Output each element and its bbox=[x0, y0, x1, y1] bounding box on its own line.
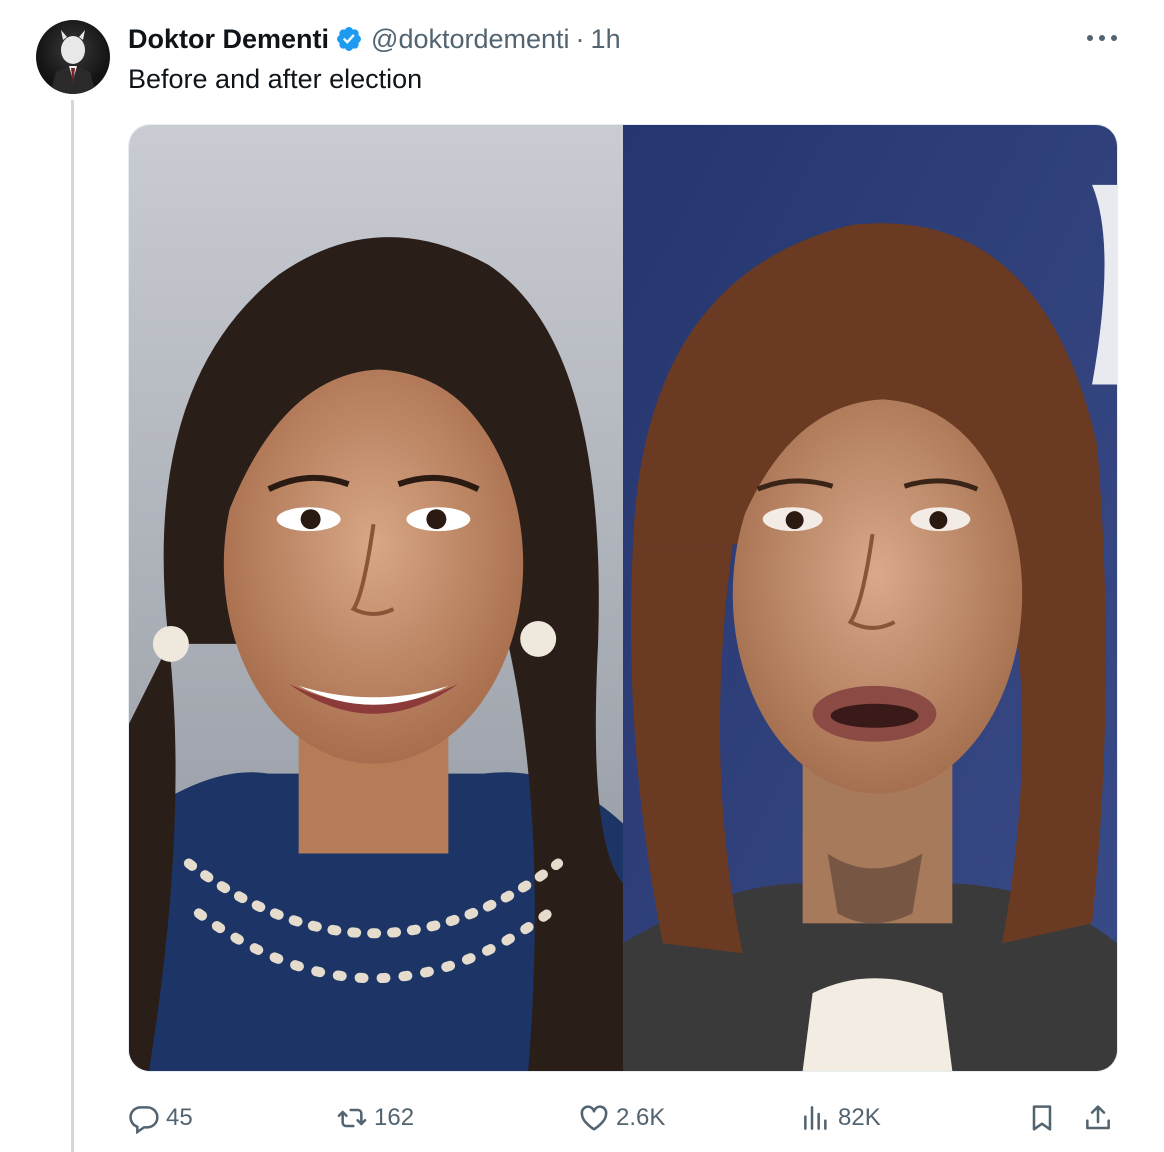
author-handle[interactable]: @doktordementi bbox=[371, 24, 570, 55]
reply-icon bbox=[128, 1102, 160, 1134]
media-photo-left[interactable] bbox=[129, 125, 623, 1071]
avatar[interactable] bbox=[36, 20, 110, 94]
bookmark-button[interactable] bbox=[1026, 1094, 1058, 1142]
like-button[interactable]: 2.6K bbox=[578, 1094, 665, 1142]
tweet-header: Doktor Dementi @doktordementi · 1h bbox=[128, 22, 621, 56]
reply-count: 45 bbox=[166, 1104, 193, 1131]
repost-icon bbox=[336, 1102, 368, 1134]
media-photo-right[interactable] bbox=[623, 125, 1117, 1071]
share-icon bbox=[1082, 1102, 1114, 1134]
heart-icon bbox=[578, 1102, 610, 1134]
thread-line bbox=[71, 100, 74, 1152]
avatar-image bbox=[50, 30, 96, 94]
more-dots-icon[interactable] bbox=[1084, 24, 1120, 52]
tweet-text: Before and after election bbox=[128, 64, 423, 94]
repost-count: 162 bbox=[374, 1104, 415, 1131]
reply-button[interactable]: 45 bbox=[128, 1094, 193, 1142]
verified-badge-icon[interactable] bbox=[335, 25, 363, 53]
like-count: 2.6K bbox=[616, 1104, 666, 1131]
author-display-name[interactable]: Doktor Dementi bbox=[128, 24, 329, 55]
bookmark-icon bbox=[1026, 1102, 1058, 1134]
tweet-media[interactable] bbox=[128, 124, 1118, 1072]
views-chart-icon bbox=[800, 1102, 832, 1134]
views-count: 82K bbox=[838, 1104, 881, 1131]
repost-button[interactable]: 162 bbox=[336, 1094, 414, 1142]
tweet-timestamp[interactable]: 1h bbox=[591, 24, 621, 55]
views-button[interactable]: 82K bbox=[800, 1094, 881, 1142]
tweet-actions-bar: 45 162 2.6K 82K bbox=[128, 1094, 1118, 1142]
share-button[interactable] bbox=[1082, 1094, 1114, 1142]
separator-dot: · bbox=[575, 23, 585, 54]
